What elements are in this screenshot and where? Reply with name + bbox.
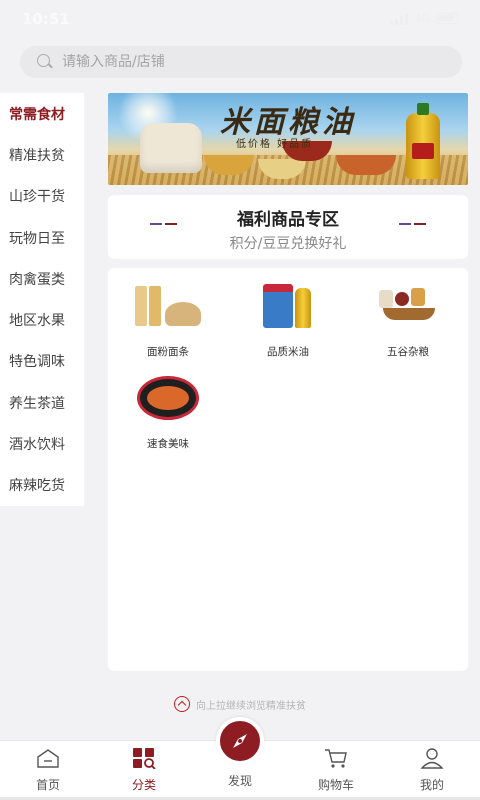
tab-cart[interactable]: 购物车: [288, 741, 384, 800]
user-icon: [420, 748, 444, 769]
battery-icon: [436, 13, 458, 24]
sidebar-item-label: 养生茶道: [9, 395, 65, 412]
subcategory-label: 五谷杂粮: [387, 346, 429, 358]
sidebar-item-label: 常需食材: [9, 106, 65, 123]
category-sidebar: 常需食材 精准扶贫 山珍干货 玩物日至 肉禽蛋类 地区水果 特色调味 养生茶道 …: [0, 93, 84, 506]
tab-label: 我的: [419, 778, 444, 792]
oil-bottle-image: [406, 103, 440, 179]
subcategory-instant-food[interactable]: 速食美味: [108, 374, 228, 451]
search-icon: [36, 53, 54, 71]
category-banner[interactable]: 米面粮油 低价格 好品质: [108, 93, 468, 185]
subcategory-label: 品质米油: [267, 346, 309, 358]
status-time: 10:51: [22, 10, 70, 28]
decoration-dashes: [150, 223, 177, 225]
decoration-dashes: [399, 223, 426, 225]
subcategory-flour-noodles[interactable]: 面粉面条: [108, 282, 228, 359]
pull-up-hint: 向上拉继续浏览精准扶贫: [0, 696, 480, 712]
search-bar[interactable]: [20, 46, 462, 78]
sidebar-item-label: 精准扶贫: [9, 147, 65, 164]
sidebar-item-drinks[interactable]: 酒水饮料: [0, 423, 84, 464]
subcategory-label: 速食美味: [147, 438, 189, 450]
tab-label: 发现: [227, 774, 252, 788]
sidebar-item-dried-goods[interactable]: 山珍干货: [0, 176, 84, 217]
tab-category[interactable]: 分类: [96, 741, 192, 800]
discover-button[interactable]: [216, 717, 264, 765]
subcategory-grains[interactable]: 五谷杂粮: [348, 282, 468, 359]
welfare-subtitle: 积分/豆豆兑换好礼: [229, 236, 347, 252]
subcategory-grid: 面粉面条 品质米油 五谷杂粮 速食美味: [108, 268, 468, 671]
sidebar-item-staple-food[interactable]: 常需食材: [0, 93, 84, 134]
sidebar-item-label: 山珍干货: [9, 189, 65, 206]
sidebar-item-label: 肉禽蛋类: [9, 271, 65, 288]
grains-image: [373, 282, 443, 332]
subcategory-label: 面粉面条: [147, 346, 189, 358]
banner-subtitle: 低价格 好品质: [236, 139, 314, 150]
category-grid-icon: [133, 748, 156, 770]
tab-home[interactable]: 首页: [0, 741, 96, 800]
sidebar-item-label: 特色调味: [9, 354, 65, 371]
tab-label: 分类: [131, 778, 156, 792]
sidebar-item-label: 地区水果: [9, 313, 65, 330]
subcategory-rice-oil[interactable]: 品质米油: [228, 282, 348, 359]
welfare-zone-card[interactable]: 福利商品专区 积分/豆豆兑换好礼: [108, 195, 468, 259]
sidebar-item-spicy-snacks[interactable]: 麻辣吃货: [0, 465, 84, 506]
rice-oil-image: [253, 282, 323, 332]
sidebar-item-label: 玩物日至: [9, 230, 65, 247]
tab-discover[interactable]: 发现: [192, 717, 288, 800]
status-indicators: 4G: [390, 12, 458, 25]
signal-icon: [390, 12, 409, 25]
instant-food-image: [133, 374, 203, 424]
tab-label: 购物车: [317, 778, 354, 792]
pull-up-text: 向上拉继续浏览精准扶贫: [196, 700, 306, 712]
sidebar-item-label: 酒水饮料: [9, 437, 65, 454]
sidebar-item-seasoning[interactable]: 特色调味: [0, 341, 84, 382]
network-type: 4G: [414, 12, 430, 25]
sidebar-item-poverty-relief[interactable]: 精准扶贫: [0, 134, 84, 175]
tab-profile[interactable]: 我的: [384, 741, 480, 800]
compass-icon: [233, 734, 247, 748]
sidebar-item-label: 麻辣吃货: [9, 478, 65, 495]
status-bar: 10:51 4G: [0, 0, 480, 38]
sidebar-item-daily-items[interactable]: 玩物日至: [0, 217, 84, 258]
chevron-up-icon: [174, 696, 190, 712]
tab-label: 首页: [35, 778, 60, 792]
cart-icon: [325, 749, 347, 768]
flour-noodles-image: [133, 282, 203, 332]
flour-sack-image: [140, 123, 202, 173]
bottom-tab-bar: 首页 分类 发现 购物车 我的: [0, 717, 480, 800]
home-icon: [37, 749, 59, 768]
sidebar-item-meat-eggs[interactable]: 肉禽蛋类: [0, 258, 84, 299]
sidebar-item-tea[interactable]: 养生茶道: [0, 382, 84, 423]
sidebar-item-fruits[interactable]: 地区水果: [0, 299, 84, 340]
search-input[interactable]: [62, 54, 442, 70]
